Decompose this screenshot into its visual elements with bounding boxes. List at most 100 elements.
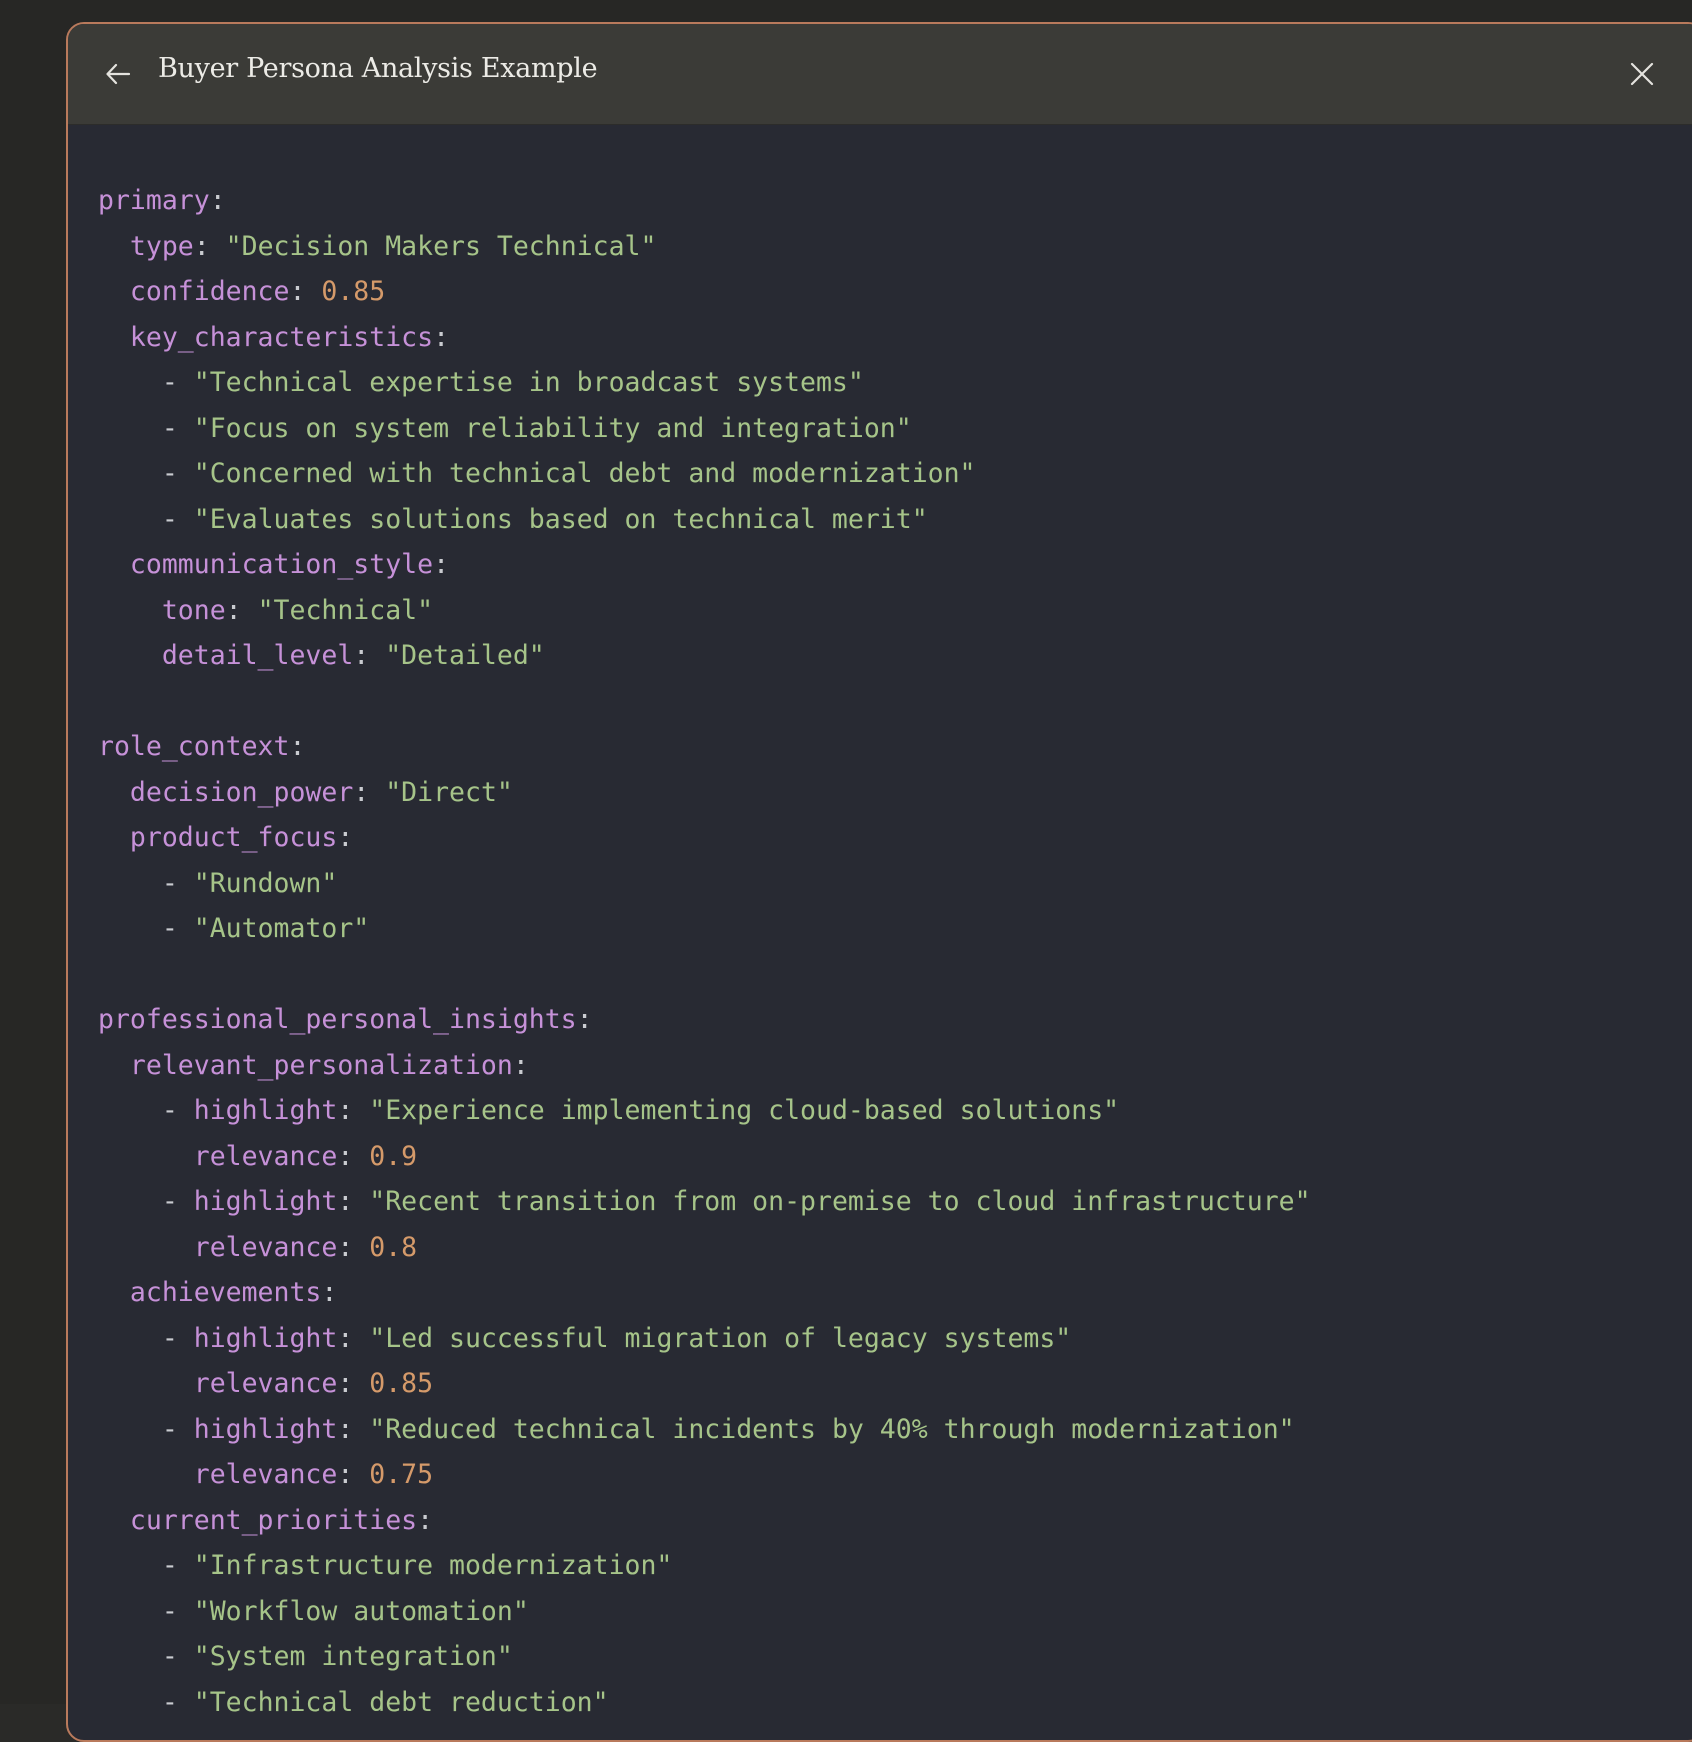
code-punctuation: :: [433, 549, 450, 580]
code-line: relevance: 0.75: [98, 1452, 1311, 1498]
code-key: relevance: [193, 1231, 338, 1263]
code-string: "Evaluates solutions based on technical …: [193, 503, 928, 535]
code-punctuation: :: [417, 1504, 434, 1536]
code-key: relevance: [193, 1459, 338, 1490]
code-punctuation: :: [337, 1140, 370, 1172]
code-key: relevance: [193, 1368, 338, 1399]
code-dash: -: [161, 412, 194, 444]
code-punctuation: :: [512, 1049, 529, 1081]
code-key: detail_level: [161, 640, 354, 671]
code-string: "Technical": [257, 594, 434, 626]
code-dash: -: [161, 1550, 194, 1581]
code-line: - highlight: "Led successful migration o…: [98, 1316, 1311, 1362]
code-key: achievements: [129, 1277, 322, 1308]
yaml-code-block: primary: type: "Decision Makers Technica…: [98, 178, 1311, 1725]
code-punctuation: :: [209, 185, 226, 216]
artifact-panel: Buyer Persona Analysis Example primary: …: [66, 22, 1692, 1742]
code-key: professional_personal_insights: [98, 1004, 577, 1035]
code-dash: -: [161, 1322, 194, 1354]
code-punctuation: :: [193, 230, 226, 262]
code-line: - "Technical expertise in broadcast syst…: [98, 360, 1311, 406]
code-dash: -: [161, 367, 194, 398]
code-line: - "Rundown": [98, 861, 1311, 907]
code-key: highlight: [193, 1095, 338, 1126]
code-key: highlight: [193, 1413, 338, 1445]
code-key: highlight: [193, 1322, 338, 1354]
code-punctuation: :: [337, 1413, 370, 1445]
code-punctuation: :: [576, 1004, 593, 1035]
close-button[interactable]: [1622, 54, 1662, 94]
code-dash: -: [161, 1186, 194, 1217]
code-line: professional_personal_insights:: [98, 997, 1311, 1043]
code-punctuation: :: [433, 321, 450, 353]
code-line: tone: "Technical": [98, 588, 1311, 634]
code-line: achievements:: [98, 1270, 1311, 1316]
code-line: relevance: 0.85: [98, 1361, 1311, 1407]
panel-title: Buyer Persona Analysis Example: [158, 53, 598, 84]
code-key: key_characteristics: [129, 321, 434, 353]
code-string: "Recent transition from on-premise to cl…: [369, 1186, 1311, 1217]
code-key: product_focus: [129, 822, 338, 853]
code-line: type: "Decision Makers Technical": [98, 224, 1311, 270]
code-number: 0.85: [369, 1368, 434, 1399]
code-punctuation: :: [353, 640, 386, 671]
code-line: primary:: [98, 178, 1311, 224]
code-dash: -: [161, 867, 194, 899]
code-key: highlight: [193, 1186, 338, 1217]
code-punctuation: :: [337, 1322, 370, 1354]
code-string: "Led successful migration of legacy syst…: [369, 1322, 1072, 1354]
back-button[interactable]: [98, 54, 138, 94]
code-string: "Infrastructure modernization": [193, 1550, 673, 1581]
code-dash: -: [161, 1095, 194, 1126]
code-string: "Rundown": [193, 867, 338, 899]
code-line: relevance: 0.9: [98, 1134, 1311, 1180]
code-line: - "Concerned with technical debt and mod…: [98, 451, 1311, 497]
code-line: decision_power: "Direct": [98, 770, 1311, 816]
code-line: - highlight: "Recent transition from on-…: [98, 1179, 1311, 1225]
code-number: 0.9: [369, 1140, 418, 1172]
code-key: type: [129, 230, 194, 262]
arrow-left-icon: [106, 63, 131, 85]
code-string: "Automator": [193, 913, 370, 944]
code-key: relevant_personalization: [129, 1049, 513, 1081]
code-dash: -: [161, 458, 194, 489]
code-line: detail_level: "Detailed": [98, 633, 1311, 679]
code-punctuation: :: [337, 1459, 370, 1490]
code-string: "Experience implementing cloud-based sol…: [369, 1095, 1120, 1126]
code-number: 0.8: [369, 1231, 418, 1263]
code-number: 0.85: [321, 276, 386, 307]
code-string: "Workflow automation": [193, 1595, 529, 1627]
code-punctuation: :: [337, 822, 354, 853]
code-key: role_context: [98, 731, 290, 762]
code-line: product_focus:: [98, 815, 1311, 861]
code-string: "Direct": [385, 776, 513, 808]
code-line: - "Automator": [98, 906, 1311, 952]
code-key: confidence: [129, 276, 290, 307]
code-line: - highlight: "Reduced technical incident…: [98, 1407, 1311, 1453]
code-punctuation: :: [337, 1368, 370, 1399]
code-line: key_characteristics:: [98, 315, 1311, 361]
code-number: 0.75: [369, 1459, 434, 1490]
code-string: "System integration": [193, 1641, 513, 1672]
code-dash: -: [161, 1595, 194, 1627]
